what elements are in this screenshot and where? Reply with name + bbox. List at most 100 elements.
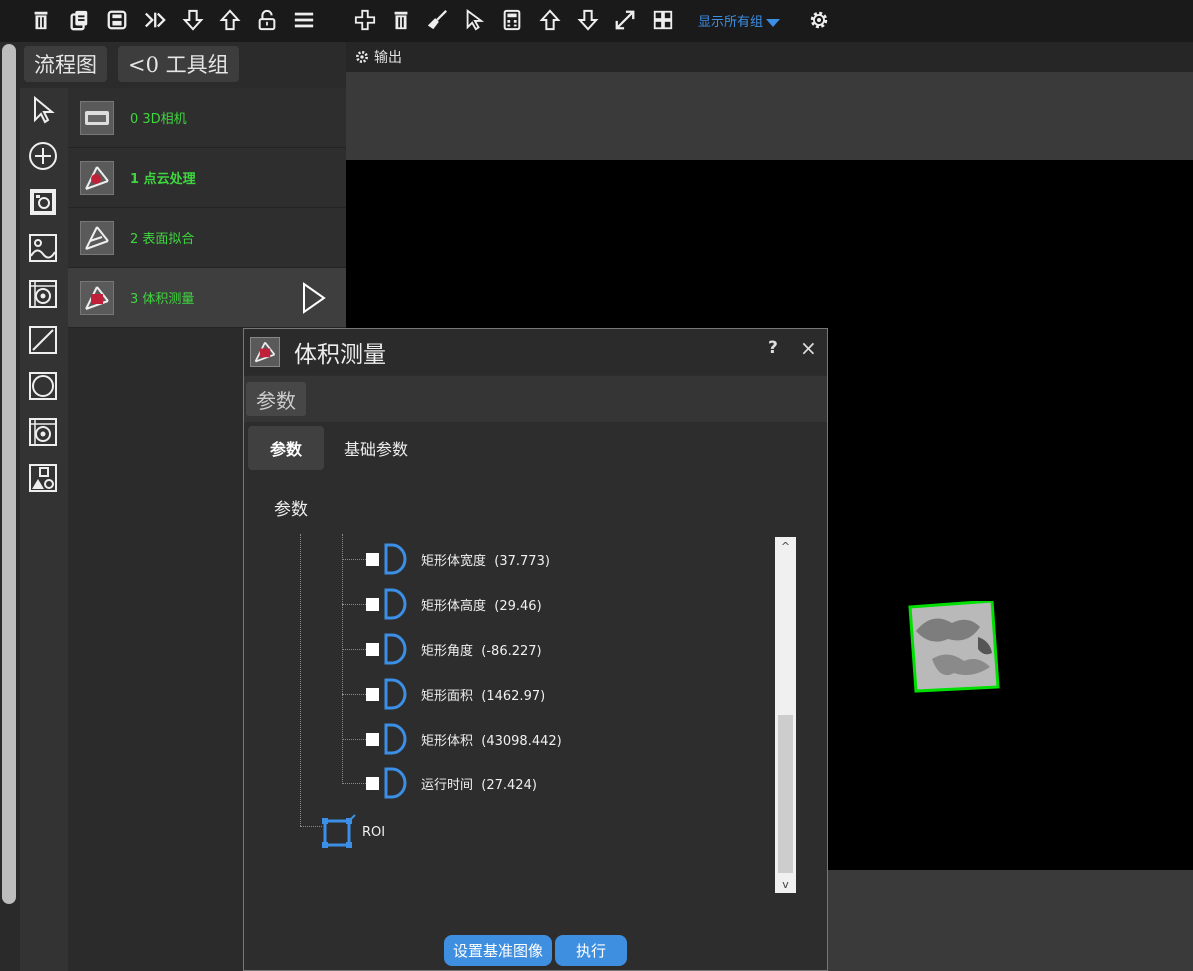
output-label: 输出 [374,50,402,66]
arrow-up-icon[interactable] [537,7,563,33]
flow-node-volume-measure[interactable]: 3 体积测量 [68,268,346,328]
data-d-icon [384,588,407,620]
save-icon[interactable] [104,7,130,33]
left-scrollbar-thumb[interactable] [2,44,16,904]
dialog-titlebar[interactable]: 体积测量 [244,329,827,375]
camera-image-icon[interactable] [25,184,61,220]
arrow-down-icon[interactable] [575,7,601,33]
tree-item-roi[interactable]: ROI [320,812,385,852]
scroll-down-button[interactable]: v [775,875,796,893]
data-d-icon [384,767,407,799]
cursor-icon[interactable] [25,92,61,128]
target-icon[interactable] [25,276,61,312]
target-icon[interactable] [25,414,61,450]
tree-connector [300,826,322,827]
add-circle-icon[interactable] [25,138,61,174]
camera-icon [80,100,114,135]
tab-params[interactable]: 参数 [246,382,306,416]
volume-measure-icon [80,280,114,315]
set-reference-image-button[interactable]: 设置基准图像 [444,935,552,966]
calculator-icon[interactable] [499,7,525,33]
skip-icon[interactable] [142,7,168,33]
image-icon[interactable] [25,230,61,266]
execute-button[interactable]: 执行 [555,935,627,966]
scrollbar-thumb[interactable] [778,715,793,873]
flow-node-list: 0 3D相机 1 点云处理 2 表面拟合 3 体积测量 [68,88,346,328]
output-toolbar-area [346,72,1193,160]
close-button[interactable]: × [800,336,817,360]
flow-node-label: 3 体积测量 [130,292,195,307]
flow-node-surface-fit[interactable]: 2 表面拟合 [68,208,346,268]
dialog-tabstrip: 参数 [244,376,827,422]
checkbox[interactable] [366,687,379,701]
line-icon[interactable] [25,322,61,358]
subtab-params[interactable]: 参数 [248,426,325,470]
show-all-groups-dropdown[interactable]: 显示所有组 [698,11,781,30]
data-d-icon [384,723,407,755]
tree-item-rect-area[interactable]: 矩形面积 (1462.97) [366,676,545,712]
tree-connector [300,534,301,826]
add-icon[interactable] [352,7,378,33]
volume-measure-dialog: 体积测量 ? × 参数 参数 基础参数 参数 矩形体宽度 (37.773) 矩形… [243,328,828,971]
tool-palette [20,88,68,971]
tree-connector [342,534,343,782]
checkbox[interactable] [366,732,379,746]
unlock-icon[interactable] [254,7,280,33]
top-toolbar: 显示所有组 [0,0,1193,42]
arrow-down-icon[interactable] [180,7,206,33]
checkbox[interactable] [366,597,379,611]
tree-connector [342,649,366,650]
tree-item-rect-angle[interactable]: 矩形角度 (-86.227) [366,631,542,667]
measured-object-overlay [908,601,1000,693]
menu-icon[interactable] [291,7,317,33]
tree-scrollbar[interactable]: ^ v [775,537,796,893]
grid-icon[interactable] [650,7,676,33]
delete-icon[interactable] [388,7,414,33]
left-scrollbar[interactable] [0,42,20,971]
surface-fit-icon [80,220,114,255]
volume-measure-icon [250,337,280,367]
flow-node-3d-camera[interactable]: 0 3D相机 [68,88,346,148]
flow-node-pointcloud[interactable]: 1 点云处理 [68,148,346,208]
tree-item-label: 矩形体宽度 (37.773) [421,553,550,569]
tab-flowchart[interactable]: 流程图 [24,46,107,82]
tree-item-rect-width[interactable]: 矩形体宽度 (37.773) [366,541,550,577]
tree-connector [342,694,366,695]
flow-node-label: 0 3D相机 [130,112,187,127]
roi-icon [322,814,356,848]
output-header: 输出 [346,42,1193,72]
circle-icon[interactable] [25,368,61,404]
flow-node-label: 2 表面拟合 [130,232,195,247]
tree-item-run-time[interactable]: 运行时间 (27.424) [366,765,537,801]
flow-node-label: 1 点云处理 [130,172,196,187]
data-d-icon [384,543,407,575]
tree-connector [342,783,366,784]
help-button[interactable]: ? [768,338,778,358]
cursor-icon[interactable] [461,7,487,33]
tree-connector [342,739,366,740]
pointcloud-icon [80,160,114,195]
broom-icon[interactable] [424,7,450,33]
tree-item-rect-height[interactable]: 矩形体高度 (29.46) [366,586,542,622]
tree-item-label: 矩形面积 (1462.97) [421,688,546,704]
arrow-up-icon[interactable] [217,7,243,33]
checkbox[interactable] [366,642,379,656]
tree-item-label: 矩形体高度 (29.46) [421,598,542,614]
tab-toolgroup[interactable]: <0 工具组 [118,46,239,82]
subtab-basic-params[interactable]: 基础参数 [322,426,430,470]
expand-icon[interactable] [612,7,638,33]
checkbox[interactable] [366,776,379,790]
tree-item-rect-volume[interactable]: 矩形体积 (43098.442) [366,721,562,757]
gear-icon[interactable] [806,7,832,33]
gear-icon [356,51,368,63]
tree-item-label: 运行时间 (27.424) [421,777,537,793]
delete-icon[interactable] [28,7,54,33]
play-icon[interactable] [300,280,328,316]
copy-icon[interactable] [66,7,92,33]
tree-item-label: ROI [362,824,386,840]
shapes-icon[interactable] [25,460,61,496]
dialog-title: 体积测量 [294,342,386,368]
checkbox[interactable] [366,552,379,566]
scroll-up-button[interactable]: ^ [775,537,796,555]
data-d-icon [384,633,407,665]
